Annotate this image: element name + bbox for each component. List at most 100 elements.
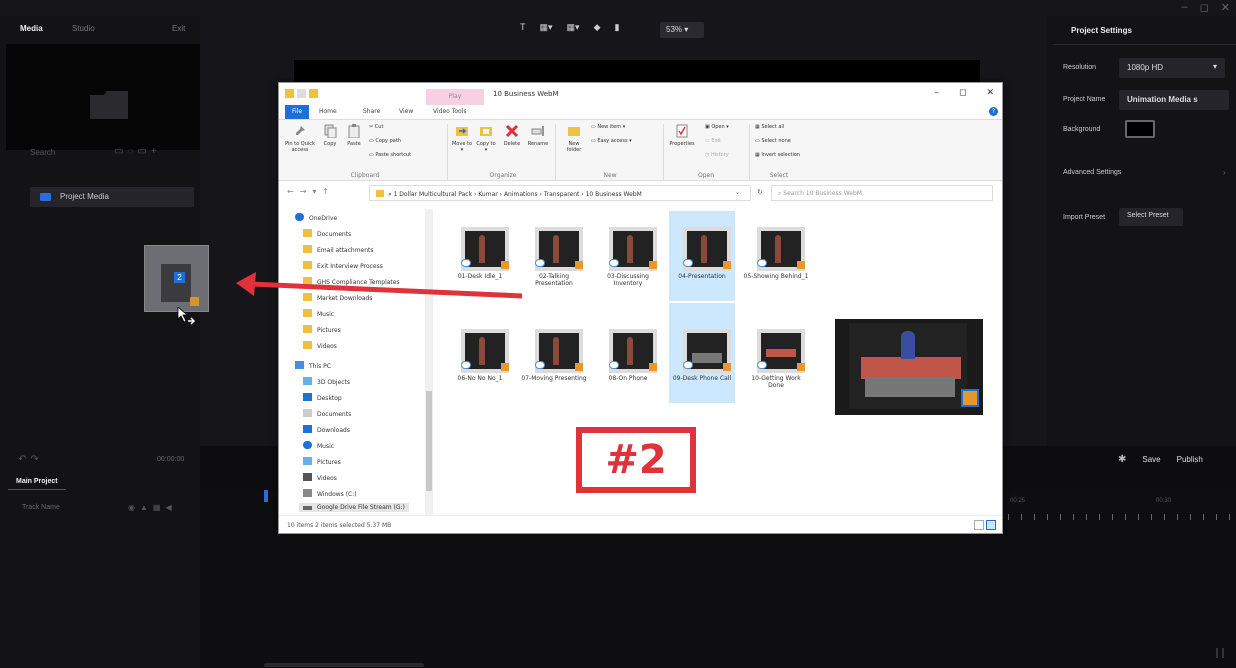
edit-button[interactable]: ▭ Edit [705,138,721,144]
delete-button[interactable]: Delete [501,124,523,147]
scroll-thumb[interactable] [426,391,432,491]
rename-button[interactable]: Rename [525,124,551,147]
cut-button[interactable]: ✂ Cut [369,124,383,130]
file-item[interactable]: 03-Discussing Inventory [595,217,661,301]
copy-path-button[interactable]: ▭ Copy path [369,138,401,144]
layout-tool-icon[interactable]: ▦▾ [540,22,553,33]
nav-email-attachments[interactable]: Email attachments [303,245,374,254]
grid-tool-icon[interactable]: ▦▾ [567,22,580,33]
tab-share[interactable]: Share [363,108,380,115]
file-item[interactable]: 10-Getting Work Done [743,319,809,403]
gear-icon[interactable]: ✱ [1118,454,1126,465]
chevron-right-icon[interactable]: › [1223,168,1226,177]
copy-to-button[interactable]: Copy to ▾ [475,124,497,153]
paste-shortcut-button[interactable]: ▭ Paste shortcut [369,152,411,158]
timeline-ruler[interactable] [1008,514,1236,520]
nav-windows-c[interactable]: Windows (C:) [303,489,357,498]
nav-pictures-pc[interactable]: Pictures [303,457,341,466]
select-none-button[interactable]: ▭ Select none [755,138,791,144]
nav-music[interactable]: Music [303,309,334,318]
properties-button[interactable]: Properties [665,124,699,147]
open-button[interactable]: ▣ Open ▾ [705,124,729,130]
nav-this-pc[interactable]: This PC [295,361,331,370]
track-control-icons[interactable]: ◉▲▦◀ [128,503,177,512]
minimize-icon[interactable]: – [934,88,939,98]
background-color-swatch[interactable] [1125,120,1155,138]
pin-quick-access-button[interactable]: Pin to Quick access [283,124,317,153]
maximize-icon[interactable]: ◻ [1200,1,1209,14]
nav-videos[interactable]: Videos [303,341,337,350]
nav-videos-pc[interactable]: Videos [303,473,337,482]
file-item-selected[interactable]: 04-Presentation [669,211,735,301]
save-button[interactable]: Save [1142,455,1160,464]
tab-home[interactable]: Home [319,108,337,115]
file-item[interactable]: 02-Talking Presentation [521,217,587,301]
file-item[interactable]: 06-No No No_1 [447,319,513,403]
pause-icon[interactable] [1216,648,1224,658]
new-item-button[interactable]: ▭ New item ▾ [591,124,625,130]
nav-market-downloads[interactable]: Market Downloads [303,293,372,302]
zoom-select[interactable]: 53% ▾ [660,22,704,38]
address-bar[interactable]: » 1 Dollar Multicultural Pack › Kumar › … [369,185,751,201]
details-view-icon[interactable] [974,520,984,530]
easy-access-button[interactable]: ▭ Easy access ▾ [591,138,632,144]
tab-exit[interactable]: Exit [172,24,185,33]
media-search[interactable]: Search ▭◌▭+ [0,146,200,172]
nav-3d-objects[interactable]: 3D Objects [303,377,350,386]
close-icon[interactable]: ✕ [986,88,994,98]
text-tool-icon[interactable]: T [520,22,526,33]
dragged-media-thumbnail[interactable]: 2 [144,245,209,312]
file-item[interactable]: 07-Moving Presenting [521,319,587,403]
select-preset-button[interactable]: Select Preset [1119,208,1183,226]
nav-music-pc[interactable]: Music [303,441,334,450]
nav-desktop[interactable]: Desktop [303,393,342,402]
tab-file[interactable]: File [285,105,309,119]
search-input[interactable]: ⌕ Search 10 Business WebM [771,185,993,201]
file-item-selected[interactable]: 09-Desk Phone Call [669,303,735,403]
media-tool-icons[interactable]: ▭◌▭+ [114,146,161,157]
nav-onedrive[interactable]: OneDrive [295,213,337,222]
file-item[interactable]: 05-Showing Behind_1 [743,217,809,301]
nav-downloads[interactable]: Downloads [303,425,350,434]
select-all-button[interactable]: ▦ Select all [755,124,784,130]
chevron-down-icon[interactable]: ⌄ [735,189,740,196]
nav-documents[interactable]: Documents [303,229,351,238]
timeline-scrollbar[interactable] [264,663,424,667]
invert-selection-button[interactable]: ▦ Invert selection [755,152,800,158]
help-icon[interactable]: ? [989,107,998,116]
nav-google-drive[interactable]: Google Drive File Stream (G:) [299,503,409,512]
file-item[interactable]: 01-Desk Idle_1 [447,217,513,301]
undo-redo-icons[interactable]: ↶↷ [18,454,43,465]
tab-studio[interactable]: Studio [72,24,95,33]
tab-main-project[interactable]: Main Project [16,478,58,485]
large-icons-view-icon[interactable] [986,520,996,530]
project-media-folder[interactable]: Project Media [30,187,194,207]
playhead[interactable] [264,490,268,502]
refresh-icon[interactable]: ↻ [757,188,763,196]
shape-tool-icon[interactable]: ◆ [594,22,601,33]
nav-documents-pc[interactable]: Documents [303,409,351,418]
quick-access-icons[interactable] [285,89,318,98]
resolution-select[interactable]: 1080p HD ▾ [1119,58,1225,78]
paste-button[interactable]: Paste [343,124,365,147]
nav-pictures[interactable]: Pictures [303,325,341,334]
history-button[interactable]: ◷ History [705,152,729,158]
project-name-field[interactable]: Unimation Media s [1119,90,1229,110]
tab-view[interactable]: View [399,108,413,115]
advanced-settings-label[interactable]: Advanced Settings [1063,169,1121,176]
play-context-tab[interactable]: Play [426,89,484,105]
maximize-icon[interactable]: ◻ [959,88,966,98]
tab-video-tools[interactable]: Video Tools [433,108,467,115]
file-item[interactable]: 08-On Phone [595,319,661,403]
new-folder-button[interactable]: New folder [561,124,587,153]
copy-button[interactable]: Copy [319,124,341,147]
move-to-button[interactable]: Move to ▾ [451,124,473,153]
track-name[interactable]: Track Name [22,504,60,511]
tab-media[interactable]: Media [20,24,43,33]
nav-exit-interview[interactable]: Exit Interview Process [303,261,383,270]
lock-tool-icon[interactable]: ▮ [614,22,619,33]
nav-scrollbar[interactable] [425,209,433,515]
minimize-icon[interactable]: – [1182,1,1188,14]
publish-button[interactable]: Publish [1177,455,1203,464]
close-icon[interactable]: ✕ [1221,1,1230,14]
